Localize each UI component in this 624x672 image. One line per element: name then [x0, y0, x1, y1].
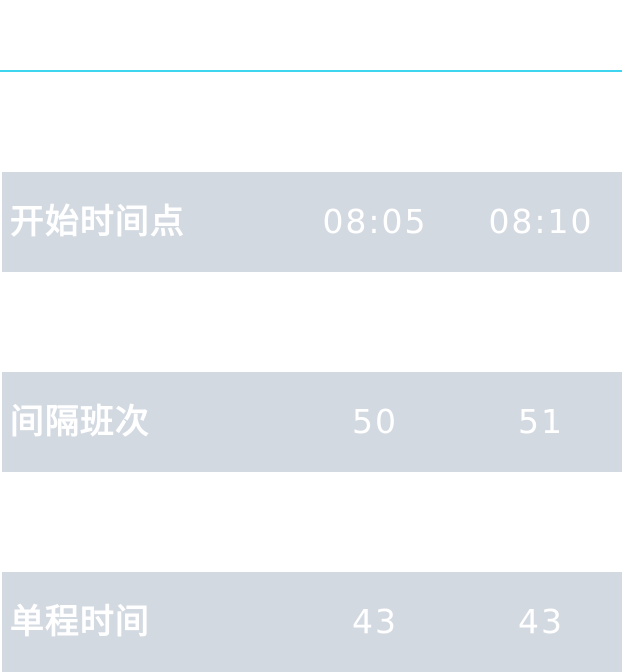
start-time-value-2: 08:10 [488, 202, 594, 241]
one-way-time-value-1: 43 [352, 602, 398, 641]
schedule-panel: 开始时间点 08:05 08:10 间隔班次 50 51 单程时间 43 43 [0, 0, 624, 672]
start-time-label: 开始时间点 [10, 202, 185, 242]
start-time-row: 开始时间点 08:05 08:10 [2, 172, 622, 272]
interval-trips-value-1: 50 [352, 402, 398, 441]
interval-trips-row: 间隔班次 50 51 [2, 372, 622, 472]
one-way-time-row: 单程时间 43 43 [2, 572, 622, 672]
interval-trips-label: 间隔班次 [10, 402, 150, 442]
one-way-time-value-2: 43 [518, 602, 564, 641]
header-divider [0, 70, 622, 72]
interval-trips-value-2: 51 [518, 402, 564, 441]
start-time-value-1: 08:05 [322, 202, 428, 241]
one-way-time-label: 单程时间 [10, 602, 150, 642]
